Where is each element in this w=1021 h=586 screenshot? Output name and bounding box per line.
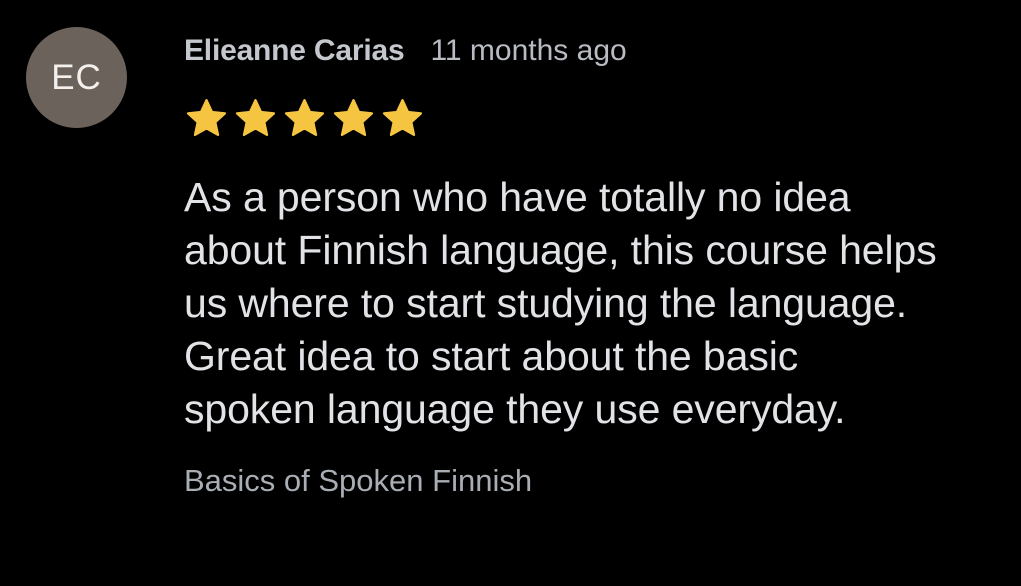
author-name[interactable]: Elieanne Carias [184, 34, 405, 68]
review-card: EC Elieanne Carias 11 months ago As a pe… [0, 0, 1021, 586]
avatar[interactable]: EC [26, 27, 127, 128]
star-icon [331, 96, 376, 141]
star-icon [380, 96, 425, 141]
review-meta: Elieanne Carias 11 months ago [184, 31, 627, 71]
avatar-initials: EC [51, 58, 102, 97]
star-rating [184, 96, 429, 141]
review-timestamp: 11 months ago [430, 34, 627, 67]
course-name[interactable]: Basics of Spoken Finnish [184, 463, 532, 499]
review-text: As a person who have totally no idea abo… [184, 174, 937, 432]
star-icon [184, 96, 229, 141]
star-icon [233, 96, 278, 141]
star-icon [282, 96, 327, 141]
